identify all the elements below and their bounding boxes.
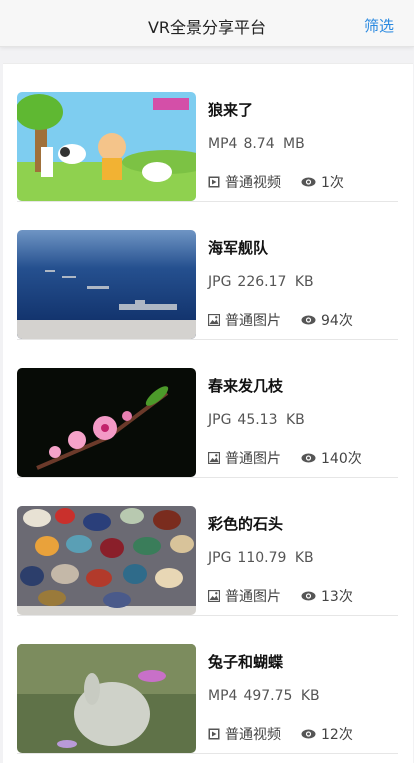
item-stats: 普通图片 13次 xyxy=(208,586,373,606)
thumbnail-rabbit-butterfly[interactable] xyxy=(17,644,196,753)
item-type: 普通图片 xyxy=(208,586,281,606)
image-icon xyxy=(208,590,220,602)
item-size: 497.75 KB xyxy=(243,688,320,704)
image-icon xyxy=(208,314,220,326)
item-type: 普通视频 xyxy=(208,172,281,192)
thumbnail-cartoon[interactable] xyxy=(17,92,196,201)
list-item[interactable]: 兔子和蝴蝶 MP4 497.75 KB 普通视频 12次 xyxy=(17,616,398,754)
filter-button[interactable]: 筛选 xyxy=(364,15,394,36)
item-meta: JPG 45.13 KB xyxy=(208,412,305,428)
item-views: 140次 xyxy=(301,448,362,468)
item-views: 94次 xyxy=(301,310,353,330)
list-item[interactable]: 海军舰队 JPG 226.17 KB 普通图片 94次 xyxy=(17,202,398,340)
item-views: 12次 xyxy=(301,724,353,744)
eye-icon xyxy=(301,729,316,739)
item-type: 普通视频 xyxy=(208,724,281,744)
item-format: JPG xyxy=(208,274,232,290)
list-item[interactable]: 春来发几枝 JPG 45.13 KB 普通图片 140次 xyxy=(17,340,398,478)
item-format: JPG xyxy=(208,550,232,566)
eye-icon xyxy=(301,177,316,187)
page-title: VR全景分享平台 xyxy=(147,18,267,37)
image-icon xyxy=(208,452,220,464)
item-title[interactable]: 海军舰队 xyxy=(208,237,268,258)
thumbnail-stones[interactable] xyxy=(17,506,196,615)
item-format: MP4 xyxy=(208,136,238,152)
eye-icon xyxy=(301,315,316,325)
media-list: 狼来了 MP4 8.74 MB 普通视频 1次 海军舰队 JPG 226.17 … xyxy=(3,63,413,763)
item-stats: 普通图片 94次 xyxy=(208,310,373,330)
thumbnail-blossom[interactable] xyxy=(17,368,196,477)
item-meta: MP4 497.75 KB xyxy=(208,688,320,704)
item-format: MP4 xyxy=(208,688,238,704)
item-title[interactable]: 兔子和蝴蝶 xyxy=(208,651,283,672)
item-size: 8.74 MB xyxy=(243,136,305,152)
item-meta: JPG 110.79 KB xyxy=(208,550,314,566)
video-icon xyxy=(208,728,220,740)
thumbnail-navy-fleet[interactable] xyxy=(17,230,196,339)
item-stats: 普通视频 1次 xyxy=(208,172,364,192)
item-type: 普通图片 xyxy=(208,448,281,468)
item-title[interactable]: 狼来了 xyxy=(208,99,253,120)
item-stats: 普通视频 12次 xyxy=(208,724,373,744)
list-item[interactable]: 狼来了 MP4 8.74 MB 普通视频 1次 xyxy=(17,64,398,202)
item-stats: 普通图片 140次 xyxy=(208,448,382,468)
item-views: 1次 xyxy=(301,172,344,192)
eye-icon xyxy=(301,453,316,463)
top-bar: VR全景分享平台 筛选 xyxy=(0,0,414,47)
eye-icon xyxy=(301,591,316,601)
item-meta: MP4 8.74 MB xyxy=(208,136,305,152)
item-size: 45.13 KB xyxy=(237,412,305,428)
item-size: 110.79 KB xyxy=(237,550,314,566)
item-title[interactable]: 春来发几枝 xyxy=(208,375,283,396)
list-item[interactable]: 彩色的石头 JPG 110.79 KB 普通图片 13次 xyxy=(17,478,398,616)
item-type: 普通图片 xyxy=(208,310,281,330)
item-title[interactable]: 彩色的石头 xyxy=(208,513,283,534)
video-icon xyxy=(208,176,220,188)
item-views: 13次 xyxy=(301,586,353,606)
item-meta: JPG 226.17 KB xyxy=(208,274,314,290)
item-format: JPG xyxy=(208,412,232,428)
item-size: 226.17 KB xyxy=(237,274,314,290)
